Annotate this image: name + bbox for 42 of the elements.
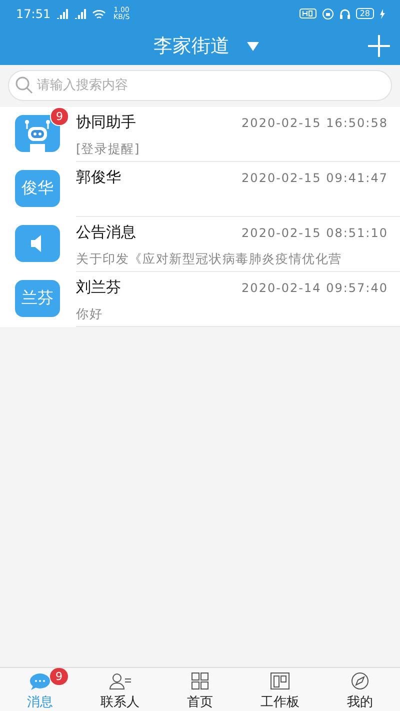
charging-icon — [379, 8, 386, 18]
grid-icon — [189, 672, 211, 691]
search-icon — [15, 76, 33, 94]
compass-icon — [349, 672, 371, 691]
message-preview: 关于印发《应对新型冠状病毒肺炎疫情优化营 — [76, 251, 343, 268]
contact-name: 刘兰芬 — [76, 278, 121, 297]
message-preview: [登录提醒] — [76, 141, 141, 158]
unread-badge: 9 — [50, 107, 69, 126]
message-time: 2020-02-14 09:57:40 — [242, 280, 388, 294]
conversation-item[interactable]: 俊华 郭俊华 2020-02-15 09:41:47 — [0, 162, 400, 217]
signal-icon — [56, 7, 69, 20]
contact-name: 协同助手 — [76, 113, 136, 132]
unread-badge: 9 — [50, 668, 68, 685]
tab-item[interactable]: 我的 — [320, 668, 400, 711]
signal-icon — [74, 7, 87, 20]
contact-name: 公告消息 — [76, 223, 136, 242]
message-time: 2020-02-15 08:51:10 — [242, 226, 388, 240]
add-icon[interactable] — [368, 35, 390, 57]
contacts-icon — [109, 672, 131, 691]
speaker-avatar — [15, 225, 60, 262]
message-time: 2020-02-15 16:50:58 — [242, 116, 388, 130]
wifi-icon — [92, 8, 106, 20]
status-time: 17:51 — [16, 6, 51, 20]
message-preview: 你好 — [76, 306, 104, 323]
tab-item[interactable]: 首页 — [160, 668, 240, 711]
avatar: 俊华 — [15, 170, 60, 207]
chat-bubble-icon — [29, 672, 51, 691]
board-icon — [269, 672, 291, 691]
tab-item[interactable]: 联系人 — [80, 668, 160, 711]
conversation-item[interactable]: 公告消息 2020-02-15 08:51:10 关于印发《应对新型冠状病毒肺炎疫情优化营 — [0, 217, 400, 272]
tab-item[interactable]: 工作板 — [240, 668, 320, 711]
dropdown-icon — [246, 42, 258, 50]
conversation-item[interactable]: 兰芬 刘兰芬 2020-02-14 09:57:40 你好 — [0, 272, 400, 327]
tab-item[interactable]: 消息 9 — [0, 668, 80, 711]
contact-name: 郭俊华 — [76, 168, 121, 187]
hd-icon — [298, 7, 317, 20]
avatar: 兰芬 — [15, 280, 60, 317]
message-time: 2020-02-15 09:41:47 — [242, 170, 388, 184]
search-field[interactable]: 请输入搜索内容 — [8, 70, 392, 101]
headphones-icon — [338, 8, 351, 20]
conversation-item[interactable]: 9 协同助手 2020-02-15 16:50:58 [登录提醒] — [0, 107, 400, 162]
battery-level: 28 — [356, 8, 374, 19]
